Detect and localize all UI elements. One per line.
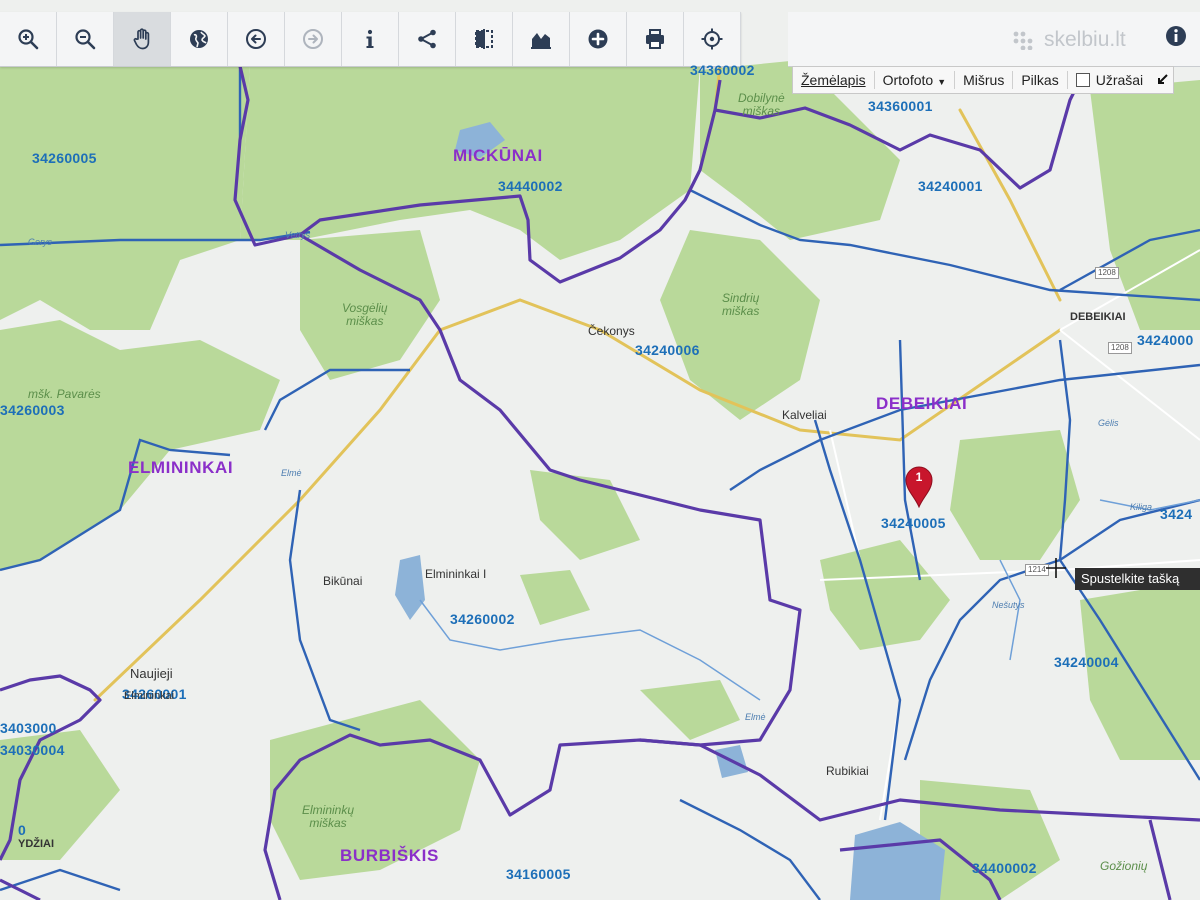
parcel-label: 34400002 [972,860,1037,876]
globe-icon [190,30,208,48]
region-label: BURBIŠKIS [340,846,439,865]
parcel-label: 34240005 [881,515,946,531]
forest-label: mšk. Pavarės [28,387,101,401]
compare-button[interactable] [456,12,513,66]
next-extent-button[interactable] [285,12,342,66]
brand-dots-icon [1013,31,1033,50]
forest-name: Elmininkų miškas [302,803,355,830]
parcel-label: 0 [18,822,27,838]
add-circle-icon [588,29,608,49]
forward-arrow-icon [303,29,323,49]
map-toolbar [0,12,741,67]
zoom-in-button[interactable] [0,12,57,66]
locate-button[interactable] [684,12,741,66]
place-label: Bikūnai [323,574,363,588]
river-label: Nešutys [992,600,1025,610]
place-label: Naujieji [130,666,173,681]
place-label: Elmininkai [124,690,175,702]
forest-label: Gožionių [1100,859,1148,873]
river-label: Vetrys [285,230,311,240]
parcel-label: 34030004 [0,742,65,758]
crosshair-cursor-icon [1046,558,1066,578]
forest-label: Sindrių miškas [722,292,759,318]
zoom-out-icon [75,29,96,50]
marker-number: 1 [915,470,923,484]
river-label: Gėlis [1098,418,1119,428]
basemap-pilkas[interactable]: Pilkas [1013,67,1066,93]
parcel-label: 34260002 [450,611,515,627]
info-icon [366,29,374,48]
place-label: Rubikiai [826,764,869,778]
forest-name: Sindrių miškas [722,291,760,318]
collapse-button[interactable] [1151,67,1173,93]
parcel-label: 34160005 [506,866,571,882]
brand-watermark: skelbiu.lt [1012,28,1126,52]
share-button[interactable] [399,12,456,66]
collapse-arrow-icon [1158,74,1168,84]
notes-toggle[interactable]: Užrašai [1068,67,1151,93]
forest-name: Vosgėlių miškas [342,301,388,328]
pan-button[interactable] [114,12,171,66]
parcel-label: 34240004 [1054,654,1119,670]
river-label: Elmė [745,712,766,722]
region-label: ELMININKAI [128,458,234,477]
zoom-in-icon [18,29,39,50]
locate-crosshair-icon [701,28,723,50]
place-label: DEBEIKIAI [1070,311,1126,323]
parcel-label: 34240001 [918,178,983,194]
basemap-misrus[interactable]: Mišrus [955,67,1012,93]
map-app: skelbiu.lt Žemėlapis Ortofoto ▼ Mišrus Pi… [0,0,1200,900]
basemap-switcher: Žemėlapis Ortofoto ▼ Mišrus Pilkas Užraša… [792,66,1175,94]
forest-label: Dobilynė miškas [738,92,785,118]
print-icon [646,29,664,49]
region-label: MICKŪNAI [453,146,543,165]
back-arrow-icon [246,29,266,49]
zoom-out-button[interactable] [57,12,114,66]
place-label: Kalveliai [782,408,827,422]
place-label: YDŽIAI [18,838,55,850]
previous-extent-button[interactable] [228,12,285,66]
parcel-label: 3424 [1160,506,1193,522]
region-label: DEBEIKIAI [876,394,968,413]
info-icon[interactable] [1164,24,1188,48]
parcel-marker[interactable]: 1 [903,464,935,509]
pan-hand-icon [133,28,150,50]
full-extent-button[interactable] [171,12,228,66]
compare-icon [475,29,493,49]
chevron-down-icon: ▼ [937,77,947,87]
river-label: Gerys [28,237,53,247]
river-label: Kiliga [1130,502,1153,512]
click-tooltip: Spustelkite tašką [1075,568,1200,590]
ortofoto-label: Ortofoto [882,72,934,88]
elevation-profile-button[interactable] [513,12,570,66]
identify-button[interactable] [342,12,399,66]
notes-label: Užrašai [1095,72,1144,88]
forest-name: Dobilynė miškas [738,91,785,118]
share-icon [418,29,436,49]
profile-chart-icon [531,33,551,49]
parcel-label: 34260005 [32,150,97,166]
basemap-ortofoto[interactable]: Ortofoto ▼ [875,67,955,93]
map-canvas[interactable] [0,0,1200,900]
place-label: Elmininkai I [425,567,487,581]
parcel-label: 34440002 [498,178,563,194]
forest-label: Elmininkų miškas [302,804,354,830]
add-button[interactable] [570,12,627,66]
parcel-label: 34240006 [635,342,700,358]
place-label: Čekonys [588,324,635,338]
parcel-label: 3424000 [1137,332,1194,348]
toolbar-filler [788,12,1200,67]
parcel-label: 34360001 [868,98,933,114]
river-label: Elmė [281,468,302,478]
basemap-zemelapis[interactable]: Žemėlapis [793,67,874,93]
brand-text: skelbiu.lt [1044,28,1126,51]
road-number-shield: 1208 [1095,267,1119,279]
parcel-label: 3403000 [0,720,57,736]
notes-checkbox[interactable] [1075,73,1090,87]
parcel-label: 34360002 [690,62,755,78]
print-button[interactable] [627,12,684,66]
forest-label: Vosgėlių miškas [342,302,388,328]
parcel-label: 34260003 [0,402,65,418]
road-number-shield: 1208 [1108,342,1132,354]
